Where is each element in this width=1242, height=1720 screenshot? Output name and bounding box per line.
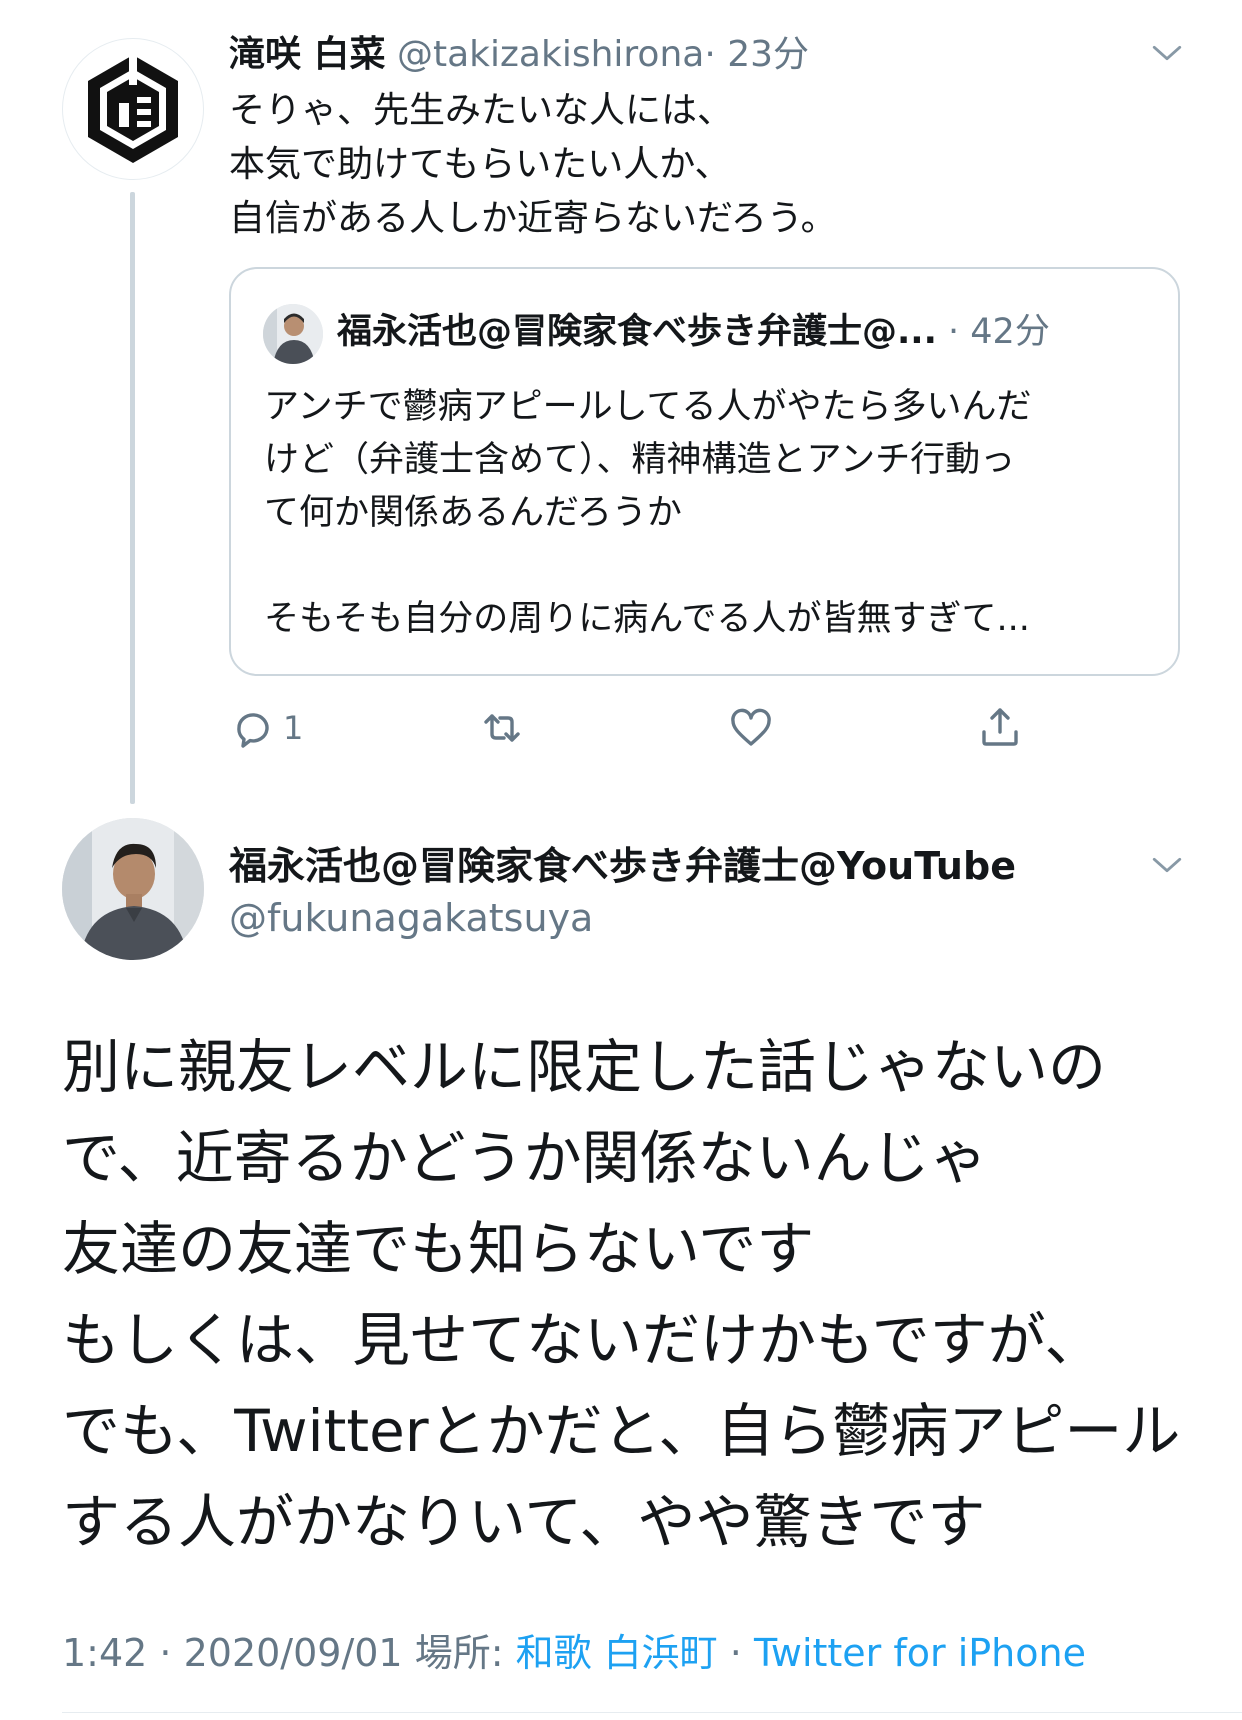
main-handle[interactable]: @fukunagakatsuya — [229, 892, 929, 944]
retweet-icon — [484, 714, 520, 742]
tweet-metadata: 1:42 · 2020/09/01 場所: 和歌 白浜町 · Twitter f… — [62, 1627, 1222, 1679]
parent-handle[interactable]: @takizakishirona — [397, 34, 704, 75]
retweet-button[interactable] — [478, 700, 526, 756]
chevron-down-icon[interactable] — [1150, 36, 1184, 70]
share-icon — [982, 708, 1018, 746]
tweet-date: 2020/09/01 — [183, 1631, 403, 1675]
parent-tweet-text: そりゃ、先生みたいな人には、 本気で助けてもらいたい人か、 自信がある人しか近寄… — [229, 90, 837, 239]
parent-tweet-header: 滝咲 白菜 @takizakishirona· 23分 — [229, 30, 1129, 80]
quoted-tweet-header: 福永活也@冒険家食べ歩き弁護士@... · 42分 — [337, 305, 1137, 359]
heart-icon — [731, 708, 771, 746]
reply-count: 1 — [283, 709, 304, 747]
quoted-timestamp: · 42分 — [948, 312, 1050, 352]
kamon-logo-icon — [65, 41, 201, 177]
avatar-takizakishirona[interactable] — [62, 38, 204, 180]
quoted-avatar — [263, 304, 323, 364]
quoted-tweet-text: アンチで鬱病アピールしてる人がやたら多いんだ けど（弁護士含めて）、精神構造とア… — [264, 387, 1032, 639]
parent-separator: · — [704, 34, 716, 75]
thread-connector-line — [130, 192, 135, 804]
parent-display-name[interactable]: 滝咲 白菜 — [229, 34, 386, 75]
reply-icon — [237, 713, 269, 748]
meta-separator: · — [147, 1631, 184, 1675]
location-label: 場所: — [402, 1631, 516, 1675]
tweet-time: 1:42 — [62, 1631, 148, 1675]
meta-separator: · — [717, 1631, 754, 1675]
person-avatar-icon — [62, 818, 204, 960]
location-link[interactable]: 和歌 白浜町 — [516, 1631, 718, 1675]
quoted-display-name: 福永活也@冒険家食べ歩き弁護士@... — [337, 312, 937, 352]
person-avatar-icon — [263, 304, 323, 364]
source-link[interactable]: Twitter for iPhone — [754, 1631, 1086, 1675]
like-button[interactable] — [727, 700, 775, 756]
share-button[interactable] — [976, 700, 1024, 756]
parent-timestamp[interactable]: 23分 — [727, 34, 809, 75]
avatar-fukunagakatsuya[interactable] — [62, 818, 204, 960]
chevron-down-icon[interactable] — [1150, 848, 1184, 882]
divider — [62, 1712, 1242, 1713]
main-tweet-text: 別に親友レベルに限定した話じゃないの で、近寄るかどうか関係ないんじゃ 友達の友… — [62, 1033, 1181, 1556]
reply-button[interactable]: 1 — [229, 700, 303, 756]
main-display-name[interactable]: 福永活也@冒険家食べ歩き弁護士@YouTube — [229, 840, 1109, 892]
